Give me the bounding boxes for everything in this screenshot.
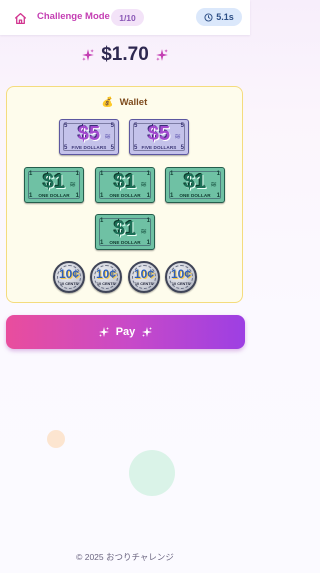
bill-caption: ONE DOLLAR xyxy=(109,193,141,198)
timer-badge: 5.1s xyxy=(196,8,242,26)
one-dollar-bill[interactable]: 1 1 1 1 $1 ≋ ONE DOLLAR xyxy=(165,167,225,203)
five-dollar-bill[interactable]: 5 5 5 5 $5 ≋ FIVE DOLLARS xyxy=(129,119,189,155)
sparkle-icon xyxy=(82,49,95,61)
bill-caption: ONE DOLLAR xyxy=(109,240,141,245)
bill-caption: ONE DOLLAR xyxy=(38,193,70,198)
coin-caption: 10 CENTS xyxy=(171,282,191,286)
ten-cent-coin[interactable]: 10¢ 10 CENTS xyxy=(90,261,122,293)
target-amount-row: $1.70 xyxy=(0,42,250,68)
bill-caption: FIVE DOLLARS xyxy=(141,145,177,150)
mode-title: Challenge Mode xyxy=(37,11,110,22)
round-counter-badge: 1/10 xyxy=(111,9,144,26)
sparkle-icon xyxy=(155,49,168,61)
money-bag-icon: 💰 xyxy=(101,96,114,108)
sparkle-icon xyxy=(142,327,153,337)
one-dollar-bill[interactable]: 1 1 1 1 $1 ≋ ONE DOLLAR xyxy=(95,214,155,250)
wallet-panel: 💰 Wallet 5 5 5 5 $5 ≋ FIVE DOLLARS 5 5 5… xyxy=(6,86,243,303)
wallet-title: Wallet xyxy=(119,96,148,108)
coin-value: 10¢ xyxy=(95,267,117,281)
one-dollar-bill[interactable]: 1 1 1 1 $1 ≋ ONE DOLLAR xyxy=(24,167,84,203)
bill-caption: ONE DOLLAR xyxy=(179,193,211,198)
coin-value: 10¢ xyxy=(58,267,80,281)
pay-button[interactable]: Pay xyxy=(6,315,245,349)
coin-value: 10¢ xyxy=(170,267,192,281)
one-dollar-bill[interactable]: 1 1 1 1 $1 ≋ ONE DOLLAR xyxy=(95,167,155,203)
bill-caption: FIVE DOLLARS xyxy=(71,145,107,150)
ten-cent-coin[interactable]: 10¢ 10 CENTS xyxy=(53,261,85,293)
clock-icon xyxy=(204,12,213,22)
pay-button-label: Pay xyxy=(115,326,136,338)
target-amount: $1.70 xyxy=(101,44,149,65)
sparkle-icon xyxy=(98,327,109,337)
wallet-header: 💰 Wallet xyxy=(7,94,242,110)
home-icon xyxy=(14,12,26,24)
footer-copyright: © 2025 おつりチャレンジ xyxy=(76,552,174,562)
coin-caption: 10 CENTS xyxy=(134,282,154,286)
top-bar: Challenge Mode 1/10 5.1s xyxy=(0,0,250,35)
coin-caption: 10 CENTS xyxy=(59,282,79,286)
coin-value: 10¢ xyxy=(133,267,155,281)
decorative-blob xyxy=(129,450,175,496)
timer-value: 5.1s xyxy=(216,12,234,22)
decorative-blob xyxy=(47,430,65,448)
coin-caption: 10 CENTS xyxy=(96,282,116,286)
ten-cent-coin[interactable]: 10¢ 10 CENTS xyxy=(128,261,160,293)
ten-cent-coin[interactable]: 10¢ 10 CENTS xyxy=(165,261,197,293)
five-dollar-bill[interactable]: 5 5 5 5 $5 ≋ FIVE DOLLARS xyxy=(59,119,119,155)
home-button[interactable] xyxy=(10,8,30,28)
